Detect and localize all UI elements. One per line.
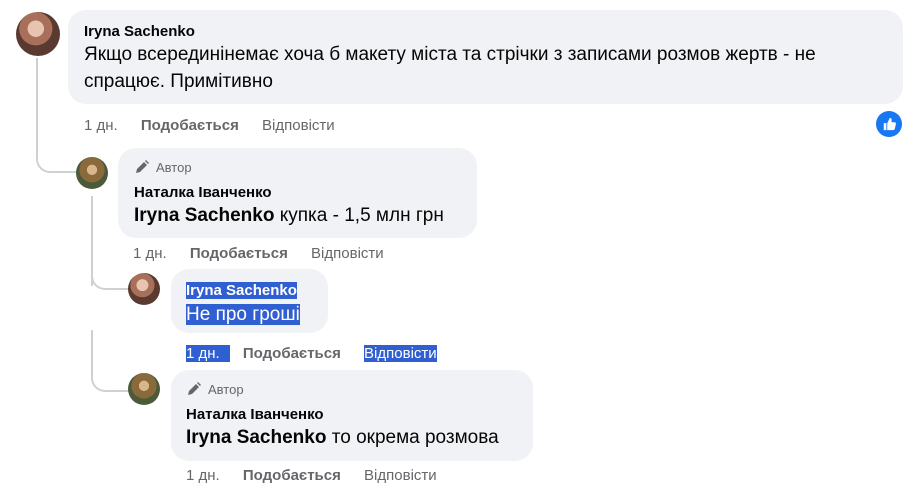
like-button[interactable]: Подобається	[243, 345, 341, 362]
comment-time[interactable]: 1 дн.	[84, 117, 118, 134]
author-badge: Автор	[134, 159, 192, 175]
pencil-icon	[188, 382, 201, 395]
comment-text: Не про гроші	[186, 304, 300, 325]
comment-time[interactable]: 1 дн.	[133, 245, 167, 262]
comment-text: Iryna Sachenko купка - 1,5 млн грн	[134, 205, 444, 226]
thread-line	[91, 330, 129, 392]
comment-actions: 1 дн. Подобається Відповісти	[186, 345, 437, 362]
comment-actions: 1 дн. Подобається Відповісти	[84, 117, 335, 134]
comment-author[interactable]: Наталка Іванченко	[186, 406, 324, 423]
avatar[interactable]	[16, 12, 60, 56]
reply-button[interactable]: Відповісти	[364, 345, 437, 362]
mention-link[interactable]: Iryna Sachenko	[186, 427, 326, 448]
thread-line	[91, 246, 129, 290]
author-badge: Автор	[186, 381, 244, 397]
avatar[interactable]	[128, 373, 160, 405]
comment-author[interactable]: Наталка Іванченко	[134, 184, 272, 201]
comment-time[interactable]: 1 дн.	[186, 345, 230, 362]
comment-author[interactable]: Iryna Sachenko	[186, 282, 297, 299]
reply-button[interactable]: Відповісти	[364, 467, 437, 484]
thumbs-up-icon[interactable]	[876, 111, 902, 137]
comment-actions: 1 дн. Подобається Відповісти	[133, 245, 384, 262]
like-button[interactable]: Подобається	[243, 467, 341, 484]
comment-actions: 1 дн. Подобається Відповісти	[186, 467, 437, 484]
like-button[interactable]: Подобається	[190, 245, 288, 262]
comment-bubble: Автор Наталка Іванченко Iryna Sachenko к…	[118, 148, 477, 238]
avatar[interactable]	[76, 157, 108, 189]
comment-bubble: Iryna Sachenko Якщо всерединінемає хоча …	[68, 10, 903, 104]
comment-time[interactable]: 1 дн.	[186, 467, 220, 484]
comment-author[interactable]: Iryna Sachenko	[84, 23, 195, 40]
reply-button[interactable]: Відповісти	[262, 117, 335, 134]
comment-text: Iryna Sachenko то окрема розмова	[186, 427, 499, 448]
comment-bubble: Автор Наталка Іванченко Iryna Sachenko т…	[171, 370, 533, 461]
avatar[interactable]	[128, 273, 160, 305]
mention-link[interactable]: Iryna Sachenko	[134, 205, 274, 226]
pencil-icon	[136, 160, 149, 173]
reply-button[interactable]: Відповісти	[311, 245, 384, 262]
like-button[interactable]: Подобається	[141, 117, 239, 134]
comment-bubble: Iryna Sachenko Не про гроші	[171, 269, 328, 333]
comment-text: Якщо всерединінемає хоча б макету міста …	[84, 44, 816, 92]
